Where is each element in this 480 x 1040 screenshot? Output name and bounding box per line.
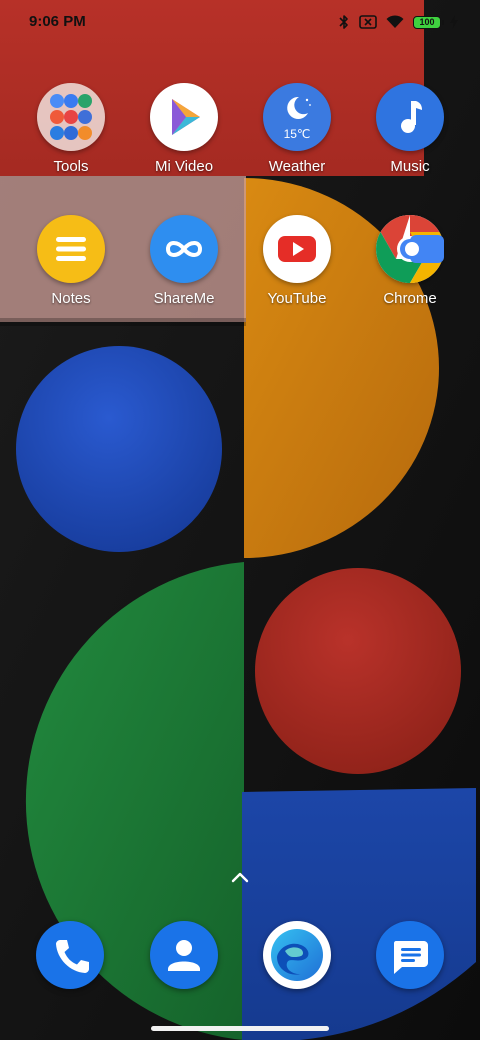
dock-phone-button[interactable] (36, 921, 104, 989)
app-weather[interactable]: 15℃ Weather (241, 83, 353, 175)
app-label: Chrome (383, 290, 437, 307)
dock-messages-button[interactable] (376, 921, 444, 989)
app-notes[interactable]: Notes (15, 215, 127, 307)
home-indicator[interactable] (151, 1026, 329, 1031)
battery-icon: 100 (413, 15, 444, 29)
browser-icon (271, 929, 323, 981)
music-icon (376, 83, 444, 151)
app-youtube[interactable]: YouTube (241, 215, 353, 307)
shareme-icon (150, 215, 218, 283)
app-label: Weather (268, 158, 326, 175)
weather-temperature: 15℃ (283, 127, 311, 141)
status-bar: 9:06 PM 100 (0, 0, 480, 44)
tools-folder-icon (37, 83, 105, 151)
app-mi-video[interactable]: Mi Video (128, 83, 240, 175)
dock-contacts-button[interactable] (150, 921, 218, 989)
battery-level: 100 (419, 16, 435, 27)
app-label: YouTube (267, 290, 327, 307)
weather-icon: 15℃ (263, 83, 331, 151)
status-icons: 100 (338, 10, 458, 34)
phone-icon (56, 940, 89, 973)
youtube-icon (263, 215, 331, 283)
messages-icon (394, 941, 428, 974)
mi-video-icon (150, 83, 218, 151)
wifi-icon (386, 15, 404, 28)
bluetooth-icon (339, 15, 348, 29)
app-label: Tools (53, 158, 89, 175)
app-label: Music (390, 158, 430, 175)
app-chrome[interactable]: Chrome (354, 215, 466, 307)
app-tools[interactable]: Tools (15, 83, 127, 175)
status-time: 9:06 PM (29, 13, 86, 30)
app-shareme[interactable]: ShareMe (128, 215, 240, 307)
app-label: ShareMe (153, 290, 215, 307)
dock-browser-button[interactable] (263, 921, 331, 989)
app-label: Mi Video (154, 158, 214, 175)
notes-icon (37, 215, 105, 283)
chevron-up-icon[interactable] (228, 866, 252, 888)
charging-icon (450, 15, 458, 29)
app-music[interactable]: Music (354, 83, 466, 175)
no-sim-icon (359, 15, 377, 29)
chrome-icon (376, 215, 444, 283)
contacts-icon (168, 940, 200, 971)
app-label: Notes (51, 290, 91, 307)
